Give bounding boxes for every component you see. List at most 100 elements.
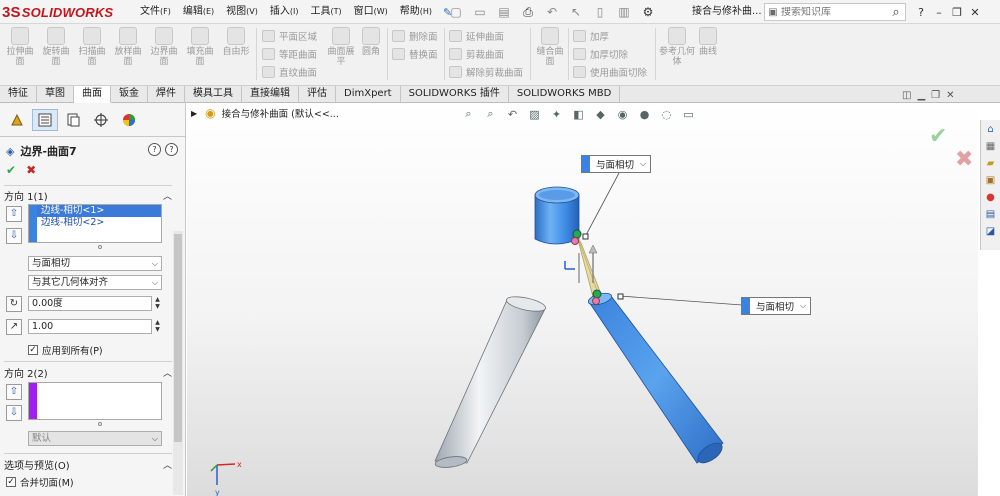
menu-window[interactable]: 窗口(W) (348, 0, 394, 24)
feature-manager-tab[interactable] (4, 109, 30, 131)
planar-surface-button[interactable]: 平面区域 (262, 27, 317, 44)
list-item[interactable]: 边线-相切<2> (29, 217, 161, 229)
extend-surface-button[interactable]: 延伸曲面 (449, 27, 504, 44)
menu-tools[interactable]: 工具(T) (304, 0, 347, 24)
chevron-down-icon[interactable]: ⌵ (800, 301, 810, 311)
left-tube[interactable] (434, 294, 547, 469)
fill-surface-button[interactable]: 填充曲面 (184, 27, 216, 81)
thickened-cut-button[interactable]: 加厚切除 (573, 45, 628, 62)
collapse-chevron-icon[interactable]: ︿ (163, 189, 172, 202)
tab-features[interactable]: 特征 (0, 86, 37, 103)
menu-view[interactable]: 视图(V) (220, 0, 264, 24)
viewport-close-icon[interactable]: ✕ (946, 90, 954, 101)
tab-evaluate[interactable]: 评估 (299, 86, 336, 103)
thicken-button[interactable]: 加厚 (573, 27, 609, 44)
checkbox-checked[interactable]: ✓ (28, 345, 38, 355)
top-cylinder[interactable] (534, 186, 580, 245)
design-library-icon[interactable]: ▦ (983, 139, 998, 154)
new-document-icon[interactable]: ▢ (446, 3, 466, 21)
cancel-x-icon[interactable]: ✖ (26, 163, 36, 177)
resize-handle[interactable] (98, 245, 102, 249)
move-down-button[interactable]: ⇩ (6, 405, 22, 421)
search-box[interactable]: ▣ ⌕ (764, 3, 906, 21)
custom-properties-icon[interactable]: ▤ (983, 207, 998, 222)
save-icon[interactable]: ▤ (494, 3, 514, 21)
viewport-minimize-icon[interactable]: ▁ (917, 90, 925, 101)
options-gear-icon[interactable]: ⚙ (638, 3, 658, 21)
undo-icon[interactable]: ↶ (542, 3, 562, 21)
move-up-button[interactable]: ⇧ (6, 206, 22, 222)
tangent-length-input[interactable]: 1.00 (28, 319, 152, 334)
tab-mold-tools[interactable]: 模具工具 (185, 86, 242, 103)
direction1-curves-list[interactable]: 边线-相切<1> 边线-相切<2> (28, 204, 162, 243)
file-properties-icon[interactable]: ▥ (614, 3, 634, 21)
menu-edit[interactable]: 编辑(E) (177, 0, 220, 24)
replace-face-button[interactable]: 替换面 (392, 45, 438, 62)
connector-handle[interactable] (617, 293, 624, 300)
pink-connector-dot[interactable] (592, 297, 600, 305)
green-connector-dot[interactable] (572, 229, 582, 239)
tab-sketch[interactable]: 草图 (37, 86, 74, 103)
collapse-chevron-icon[interactable]: ︿ (163, 366, 172, 379)
right-tube[interactable] (587, 291, 725, 467)
graphics-area[interactable]: ▶ ◉ 接合与修补曲面 (默认<<... ⌕ ⌕ ↶ ▨ ✦ ◧ ◆ ◉ ● ◌… (187, 103, 978, 496)
delete-face-button[interactable]: 删除面 (392, 27, 438, 44)
green-connector-dot[interactable] (592, 289, 602, 299)
untrim-surface-button[interactable]: 解除剪裁曲面 (449, 63, 523, 80)
collapse-chevron-icon[interactable]: ︿ (163, 458, 172, 471)
length-spinner[interactable]: ▲ ▼ (153, 319, 162, 334)
list-item[interactable]: 边线-相切<1> (29, 205, 161, 217)
menu-help[interactable]: 帮助(H) (394, 0, 438, 24)
merge-tangent-faces-checkbox[interactable]: ✓ 合并切面(M) (6, 475, 74, 489)
knit-surface-button[interactable]: 缝合曲面 (534, 27, 566, 81)
alignment-select[interactable]: 与其它几何体对齐 ⌵ (28, 275, 162, 290)
tangency-callout-bottom[interactable]: 与面相切 ⌵ (741, 297, 812, 315)
close-button[interactable]: ✕ (966, 6, 984, 19)
menu-file[interactable]: 文件(F) (134, 0, 177, 24)
draft-angle-input[interactable]: 0.00度 (28, 296, 152, 311)
viewport-restore-icon[interactable]: ❐ (931, 90, 940, 101)
resize-handle[interactable] (98, 422, 102, 426)
surface-flatten-button[interactable]: 曲面展平 (324, 27, 358, 81)
tangency-callout-top[interactable]: 与面相切 ⌵ (581, 155, 652, 173)
view-palette-icon[interactable]: ▣ (983, 173, 998, 188)
options-header[interactable]: 选项与预览(O) ︿ (4, 457, 172, 472)
revolve-surface-button[interactable]: 旋转曲面 (40, 27, 72, 81)
search-input[interactable] (781, 6, 881, 18)
apply-to-all-checkbox[interactable]: ✓ 应用到所有(P) (28, 343, 103, 357)
tab-dimxpert[interactable]: DimXpert (336, 86, 401, 103)
scrollbar-thumb[interactable] (174, 234, 182, 442)
help-question-icon[interactable]: ? (912, 6, 930, 19)
configuration-manager-tab[interactable] (60, 109, 86, 131)
chevron-down-icon[interactable]: ⌵ (640, 159, 650, 169)
tab-addins[interactable]: SOLIDWORKS 插件 (401, 86, 509, 103)
restore-button[interactable]: ❐ (948, 6, 966, 19)
pink-connector-dot[interactable] (571, 237, 579, 245)
tab-direct-editing[interactable]: 直接编辑 (242, 86, 299, 103)
open-folder-icon[interactable]: ▭ (470, 3, 490, 21)
ok-check-icon[interactable]: ✔ (6, 163, 16, 177)
minimize-button[interactable]: – (930, 6, 948, 19)
loft-surface-button[interactable]: 放样曲面 (112, 27, 144, 81)
ruled-surface-button[interactable]: 直纹曲面 (262, 63, 317, 80)
extrude-surface-button[interactable]: 拉伸曲面 (4, 27, 36, 81)
reference-geometry-button[interactable]: 参考几何体 (659, 27, 695, 81)
angle-spinner[interactable]: ▲ ▼ (153, 296, 162, 311)
connector-handle[interactable] (582, 233, 589, 240)
direction2-curves-list[interactable] (28, 382, 162, 420)
tab-mbd[interactable]: SOLIDWORKS MBD (509, 86, 621, 103)
panel-scrollbar[interactable] (173, 231, 183, 495)
tab-surfaces[interactable]: 曲面 (74, 86, 111, 103)
move-down-button[interactable]: ⇩ (6, 228, 22, 244)
menu-insert[interactable]: 插入(I) (264, 0, 305, 24)
sweep-surface-button[interactable]: 扫描曲面 (76, 27, 108, 81)
tab-weldments[interactable]: 焊件 (148, 86, 185, 103)
direction1-header[interactable]: 方向 1(1) ︿ (4, 188, 172, 203)
print-icon[interactable]: ⎙ (518, 3, 538, 21)
file-explorer-icon[interactable]: ▰ (983, 156, 998, 171)
forum-icon[interactable]: ◪ (983, 224, 998, 239)
appearances-icon[interactable]: ● (983, 190, 998, 205)
help-icon[interactable]: ? (165, 143, 178, 156)
tab-sheet-metal[interactable]: 钣金 (111, 86, 148, 103)
solidworks-logo[interactable]: 3S SOLIDWORKS (2, 3, 113, 21)
